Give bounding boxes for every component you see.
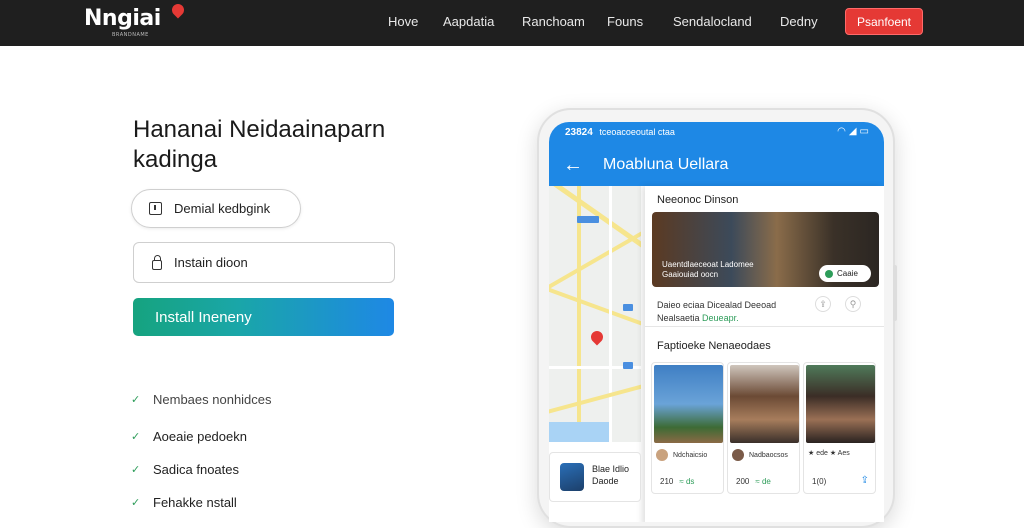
- avatar: [732, 449, 744, 461]
- search-icon[interactable]: ⚲: [845, 296, 861, 312]
- battery-icon: ▭: [859, 126, 872, 137]
- brand-logo[interactable]: Nngiai BRANDNAME: [84, 1, 187, 38]
- featured-photo[interactable]: Uaentdlaeceoat Ladomee Gaaiouiad oocn Ca…: [652, 212, 879, 287]
- gallery-card-stat: 200 ≈ de: [736, 477, 796, 486]
- map-label: [577, 216, 599, 223]
- map-label: [623, 362, 633, 369]
- map-view[interactable]: [549, 186, 641, 442]
- feature-item: ✓ Sadica fnoates: [131, 462, 239, 477]
- nav-link-3[interactable]: Ranchoam: [522, 14, 585, 29]
- gallery-card[interactable]: Nadbaocsos 200 ≈ de: [727, 362, 800, 494]
- panel-heading: Neeonoc Dinson: [657, 194, 739, 206]
- featured-caption: Uaentdlaeceoat Ladomee Gaaiouiad oocn: [662, 260, 754, 280]
- view-count: 1(0): [812, 477, 827, 486]
- featured-badge[interactable]: Caaie: [819, 265, 871, 282]
- top-navigation-bar: Nngiai BRANDNAME Hove Aapdatia Ranchoam …: [0, 0, 1024, 46]
- brand-tagline: BRANDNAME: [112, 32, 149, 38]
- divider: [645, 326, 884, 327]
- featured-meta: Daieo eciaa Dicealad Deeoad Nealsaetia D…: [657, 299, 776, 325]
- share-icon[interactable]: ⇪: [815, 296, 831, 312]
- feature-label: Aoeaie pedoekn: [153, 429, 247, 444]
- phone-status-bar: 23824 tceoacoeoutal ctaa ◠◢▭: [549, 122, 884, 144]
- view-count: 200: [736, 477, 750, 486]
- back-arrow-icon[interactable]: ←: [563, 154, 583, 177]
- status-icons: ◠◢▭: [837, 126, 872, 137]
- demo-pill-label: Demial kedbgink: [174, 201, 271, 216]
- nav-link-4[interactable]: Founs: [607, 14, 643, 29]
- app-bar-title: Moabluna Uellara: [603, 156, 729, 173]
- nav-link-home[interactable]: Hove: [388, 14, 418, 29]
- map-road: [549, 380, 641, 416]
- section-title: Faptioeke Nenaeodaes: [657, 340, 771, 352]
- brand-logo-text: Nngiai: [84, 6, 161, 31]
- share-icon[interactable]: ⇪: [861, 475, 869, 486]
- map-label: [623, 304, 633, 311]
- meta-line-1: Daieo eciaa Dicealad Deeoad: [657, 300, 777, 310]
- lock-icon: [152, 254, 162, 270]
- feature-item: ✓ Aoeaie pedoekn: [131, 429, 247, 444]
- check-icon: ✓: [131, 394, 141, 406]
- nav-link-6[interactable]: Dedny: [780, 14, 818, 29]
- signal-icon: ◢: [848, 126, 860, 137]
- feature-item: ✓ Nembaes nonhidces: [131, 392, 272, 407]
- install-input-field[interactable]: Instain dioon: [133, 242, 395, 283]
- avatar: [656, 449, 668, 461]
- stat-extra: ≈ ds: [679, 477, 695, 486]
- install-input-placeholder: Instain dioon: [174, 255, 248, 270]
- map-road: [609, 186, 612, 442]
- info-icon: [149, 202, 162, 215]
- gallery-card-photo: [654, 365, 723, 443]
- result-line-2: Daode: [592, 476, 619, 486]
- app-bar: ← Moabluna Uellara: [549, 144, 884, 186]
- featured-badge-label: Caaie: [837, 269, 858, 278]
- check-icon: ✓: [131, 464, 141, 476]
- gallery-card-author: Nadbaocsos: [732, 449, 788, 461]
- check-icon: ✓: [131, 431, 141, 443]
- feature-label: Fehakke nstall: [153, 495, 237, 510]
- nav-link-2[interactable]: Aapdatia: [443, 14, 494, 29]
- featured-caption-line-2: Gaaiouiad oocn: [662, 270, 719, 279]
- header-cta-button[interactable]: Psanfoent: [845, 8, 923, 35]
- feature-label: Nembaes nonhidces: [153, 392, 272, 407]
- featured-caption-line-1: Uaentdlaeceoat Ladomee: [662, 260, 754, 269]
- status-text: tceoacoeoutal ctaa: [599, 127, 675, 137]
- results-panel: Neeonoc Dinson Uaentdlaeceoat Ladomee Ga…: [645, 186, 884, 522]
- wifi-icon: ◠: [837, 126, 849, 137]
- gallery-card-photo: [730, 365, 799, 443]
- status-time: 23824: [565, 127, 593, 138]
- stat-extra: ≈ de: [755, 477, 771, 486]
- check-circle-icon: [825, 269, 833, 278]
- gallery-card-stat: 210 ≈ ds: [660, 477, 720, 486]
- hero-title-line-1: Hananai Neidaainaparn: [133, 116, 386, 143]
- check-icon: ✓: [131, 497, 141, 509]
- bottom-result-card[interactable]: Blae Idlio Daode: [549, 452, 641, 502]
- author-name: Ndchaicsio: [673, 451, 708, 459]
- location-pin-icon: [169, 1, 187, 19]
- meta-line-2b: Deueapr.: [702, 313, 739, 323]
- gallery-card[interactable]: ★ ede ★ Aes 1(0) ⇪: [803, 362, 876, 494]
- phone-screen: 23824 tceoacoeoutal ctaa ◠◢▭ ← Moabluna …: [549, 122, 884, 522]
- feature-item: ✓ Fehakke nstall: [131, 495, 237, 510]
- view-count: 210: [660, 477, 674, 486]
- gallery-card-photo: [806, 365, 875, 443]
- gallery-card-author: Ndchaicsio: [656, 449, 707, 461]
- author-name: ★ ede ★ Aes: [808, 450, 850, 457]
- install-button[interactable]: Install Ineneny: [133, 298, 394, 336]
- map-pin-icon[interactable]: [588, 328, 606, 346]
- hero-title-line-2: kadinga: [133, 146, 218, 173]
- result-line-1: Blae Idlio: [592, 464, 630, 474]
- hero-title: Hananai Neidaainaparn kadinga: [133, 115, 433, 175]
- nav-link-5[interactable]: Sendalocland: [673, 14, 752, 29]
- feature-label: Sadica fnoates: [153, 462, 240, 477]
- result-text: Blae Idlio Daode: [592, 463, 629, 487]
- phone-side-button: [893, 265, 897, 321]
- gallery-card[interactable]: Ndchaicsio 210 ≈ ds: [651, 362, 724, 494]
- result-thumbnail: [560, 463, 584, 491]
- map-water: [549, 422, 609, 442]
- gallery-card-author: ★ ede ★ Aes: [808, 449, 850, 457]
- demo-pill-button[interactable]: Demial kedbgink: [131, 189, 301, 228]
- author-name: Nadbaocsos: [749, 451, 788, 459]
- meta-line-2a: Nealsaetia: [657, 313, 700, 323]
